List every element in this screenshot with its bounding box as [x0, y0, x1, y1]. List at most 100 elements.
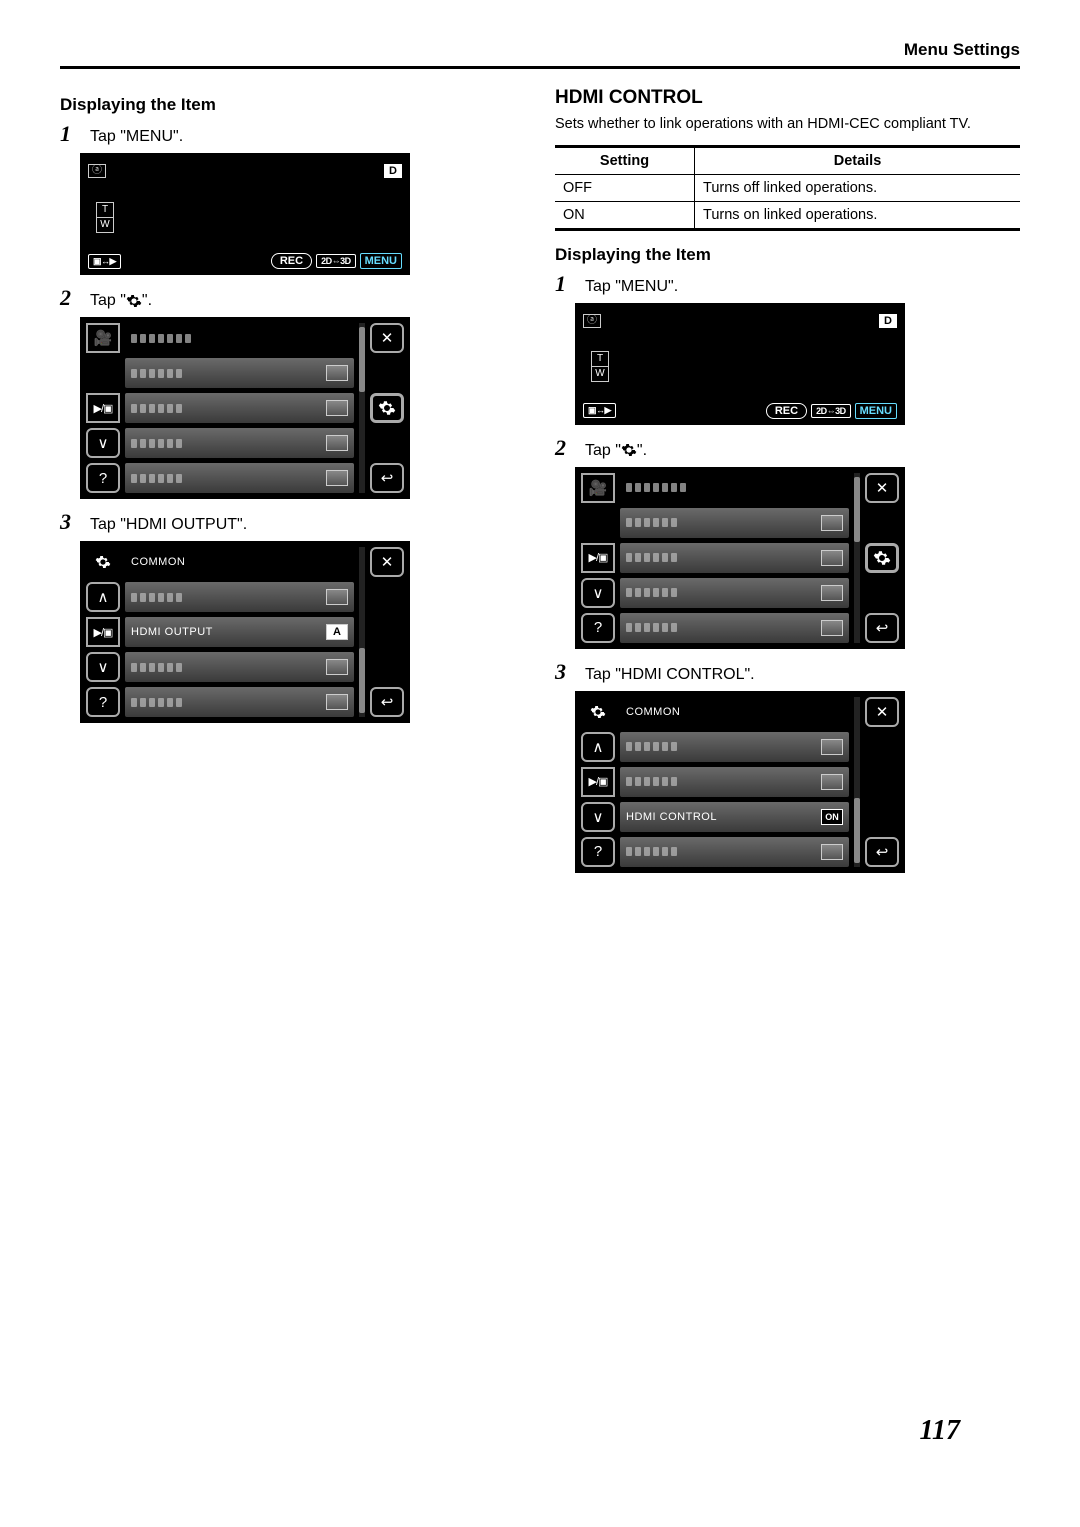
- cell: Turns off linked operations.: [695, 174, 1021, 201]
- menu-item-hdmi-output[interactable]: HDMI OUTPUTA: [125, 617, 354, 647]
- mode-2d3d-button[interactable]: 2D⇔3D: [811, 404, 851, 418]
- menu-item[interactable]: [620, 543, 849, 573]
- mode-2d3d-button[interactable]: 2D⇔3D: [316, 254, 356, 268]
- menu-button[interactable]: MENU: [855, 403, 897, 419]
- badge-a: A: [326, 624, 348, 640]
- menu-item[interactable]: [620, 578, 849, 608]
- menu-item[interactable]: [125, 428, 354, 458]
- menu-item[interactable]: [620, 508, 849, 538]
- lcd-record-screen: ⓐ D T W ▣↔▶ REC 2D⇔3D MENU: [80, 153, 410, 275]
- t: Tap ": [585, 666, 621, 683]
- scrollbar[interactable]: [854, 697, 860, 867]
- back-button[interactable]: ↩: [370, 687, 404, 717]
- page-header: Menu Settings: [60, 40, 1020, 60]
- scrollbar[interactable]: [359, 323, 365, 493]
- t: Tap ": [585, 278, 621, 295]
- step-text: Tap "MENU".: [90, 128, 183, 146]
- close-button[interactable]: ✕: [370, 323, 404, 353]
- d-badge: D: [879, 314, 897, 328]
- settings-table: Setting Details OFF Turns off linked ope…: [555, 145, 1020, 231]
- play-rec-tab[interactable]: ▶/▣: [581, 767, 615, 797]
- down-button[interactable]: ∨: [581, 578, 615, 608]
- menu-item[interactable]: [125, 582, 354, 612]
- menu-item[interactable]: [125, 393, 354, 423]
- t: ".: [173, 128, 183, 145]
- blurred-text: [626, 483, 686, 492]
- cell: OFF: [555, 174, 695, 201]
- menu-header: [125, 323, 354, 353]
- scrollbar[interactable]: [359, 547, 365, 717]
- menu-item[interactable]: [125, 687, 354, 717]
- left-column: Displaying the Item 1 Tap "MENU". ⓐ D T …: [60, 87, 525, 883]
- menu-item[interactable]: [620, 613, 849, 643]
- down-button[interactable]: ∨: [86, 652, 120, 682]
- displaying-heading-left: Displaying the Item: [60, 95, 525, 115]
- t: COMMON: [626, 706, 680, 718]
- d-badge: D: [384, 164, 402, 178]
- t: COMMON: [131, 556, 185, 568]
- lcd-top-menu: 🎥 ▶/▣ ∨ ? ✕: [80, 317, 410, 499]
- right-step-1: 1 Tap "MENU".: [555, 271, 1020, 297]
- play-rec-tab[interactable]: ▶/▣: [86, 393, 120, 423]
- play-rec-tab[interactable]: ▶/▣: [581, 543, 615, 573]
- menu-button[interactable]: MENU: [360, 253, 402, 269]
- rec-button[interactable]: REC: [271, 253, 312, 269]
- zoom-t: T: [97, 203, 113, 218]
- help-button[interactable]: ?: [581, 613, 615, 643]
- t: Tap ": [90, 292, 126, 309]
- hdmi-control-heading: HDMI CONTROL: [555, 87, 1020, 109]
- gear-icon: [621, 442, 637, 458]
- menu-title: COMMON: [125, 547, 354, 577]
- scrollbar[interactable]: [854, 473, 860, 643]
- help-button[interactable]: ?: [86, 687, 120, 717]
- menu-item[interactable]: [620, 732, 849, 762]
- step-number: 2: [555, 435, 573, 461]
- back-button[interactable]: ↩: [370, 463, 404, 493]
- zoom-bar[interactable]: T W: [591, 351, 609, 382]
- back-button[interactable]: ↩: [865, 613, 899, 643]
- gear-icon: [86, 547, 120, 577]
- t: ".: [637, 442, 647, 459]
- gear-button[interactable]: [370, 393, 404, 423]
- auto-icon: ⓐ: [583, 314, 601, 328]
- close-button[interactable]: ✕: [370, 547, 404, 577]
- back-button[interactable]: ↩: [865, 837, 899, 867]
- menu-item[interactable]: [125, 463, 354, 493]
- help-button[interactable]: ?: [581, 837, 615, 867]
- lcd-common-menu-right: ∧ ▶/▣ ∨ ? COMMON HDMI CONTROLON ✕ ↩: [575, 691, 905, 873]
- cell: ON: [555, 201, 695, 229]
- play-rec-tab[interactable]: ▶/▣: [86, 617, 120, 647]
- gear-icon: [126, 293, 142, 309]
- th-setting: Setting: [555, 146, 695, 174]
- t: HDMI CONTROL: [621, 666, 745, 683]
- step-number: 2: [60, 285, 78, 311]
- menu-item[interactable]: [125, 358, 354, 388]
- zoom-bar[interactable]: T W: [96, 202, 114, 233]
- play-rec-icon[interactable]: ▣↔▶: [583, 403, 616, 418]
- close-button[interactable]: ✕: [865, 473, 899, 503]
- up-button[interactable]: ∧: [581, 732, 615, 762]
- menu-item[interactable]: [620, 767, 849, 797]
- play-rec-icon[interactable]: ▣↔▶: [88, 254, 121, 269]
- t: MENU: [621, 278, 668, 295]
- step-number: 3: [60, 509, 78, 535]
- up-button[interactable]: ∧: [86, 582, 120, 612]
- step-text: Tap "HDMI OUTPUT".: [90, 516, 247, 534]
- lcd-common-menu-left: ∧ ▶/▣ ∨ ? COMMON HDMI OUTPUTA ✕ ↩: [80, 541, 410, 723]
- gear-button[interactable]: [865, 543, 899, 573]
- t: MENU: [126, 128, 173, 145]
- t: ".: [668, 278, 678, 295]
- down-button[interactable]: ∨: [86, 428, 120, 458]
- rec-button[interactable]: REC: [766, 403, 807, 419]
- video-tab-icon[interactable]: 🎥: [86, 323, 120, 353]
- help-button[interactable]: ?: [86, 463, 120, 493]
- zoom-w: W: [592, 367, 608, 381]
- down-button[interactable]: ∨: [581, 802, 615, 832]
- lcd-top-menu: 🎥 ▶/▣ ∨ ? ✕: [575, 467, 905, 649]
- menu-item-hdmi-control[interactable]: HDMI CONTROLON: [620, 802, 849, 832]
- menu-item[interactable]: [620, 837, 849, 867]
- close-button[interactable]: ✕: [865, 697, 899, 727]
- t: HDMI CONTROL: [626, 811, 717, 823]
- menu-item[interactable]: [125, 652, 354, 682]
- video-tab-icon[interactable]: 🎥: [581, 473, 615, 503]
